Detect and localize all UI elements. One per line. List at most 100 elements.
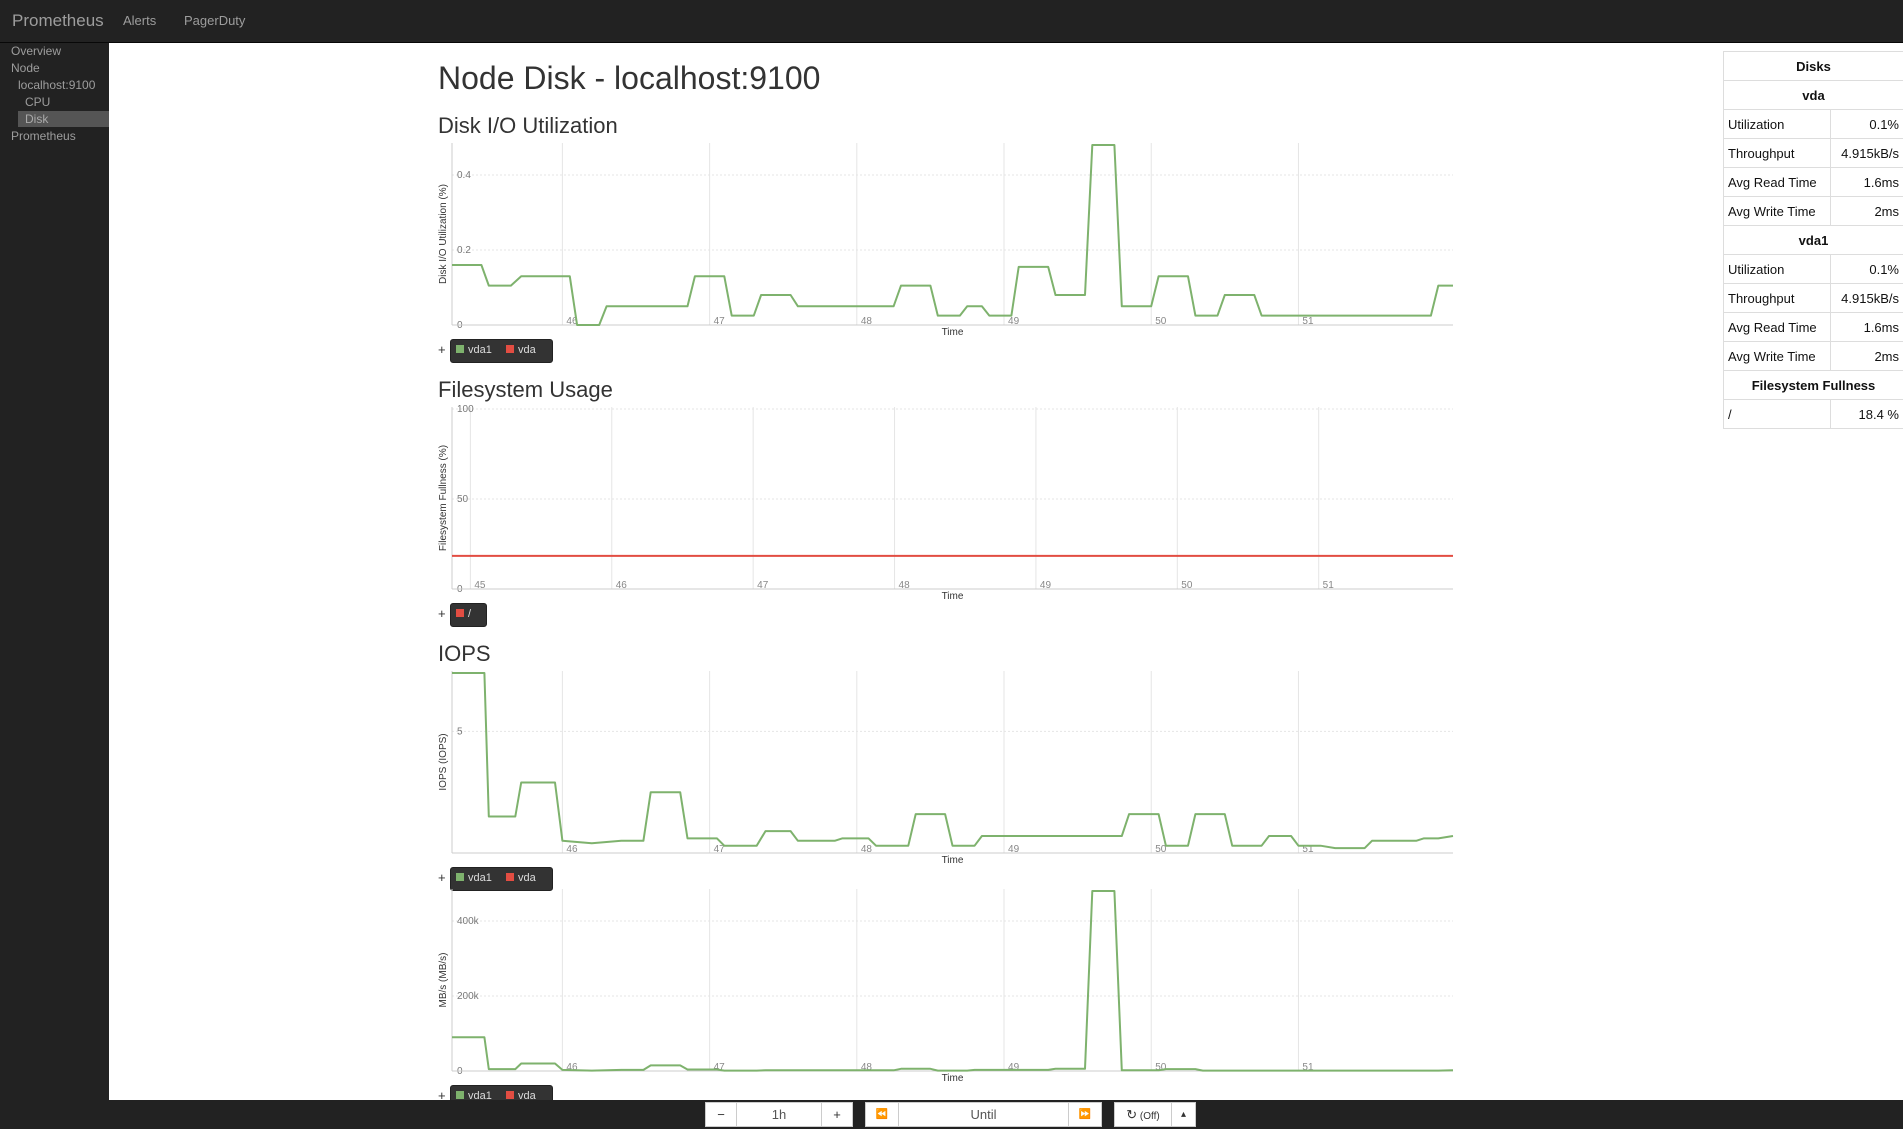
sidebar-item-overview[interactable]: Overview (11, 43, 61, 59)
sidebar: Overview Node localhost:9100 CPU Disk Pr… (0, 43, 109, 1100)
legend-fs-box: / (450, 603, 487, 627)
until-input[interactable]: Until (898, 1102, 1069, 1127)
legend-swatch (506, 873, 514, 881)
y-tick-label: 0.4 (457, 170, 471, 181)
legend-fs: + / (438, 603, 638, 627)
metric-value: 4.915kB/s (1829, 138, 1903, 168)
range-decrease-button[interactable]: − (705, 1102, 737, 1127)
range-input[interactable]: 1h (736, 1102, 822, 1127)
y-axis-label: Disk I/O Utilization (%) (438, 184, 449, 284)
y-axis-label: MB/s (MB/s) (438, 953, 449, 1008)
section-title-iops: IOPS (438, 641, 491, 666)
table-row: /18.4 % (1723, 399, 1903, 429)
y-axis-label: Filesystem Fullness (%) (438, 445, 449, 551)
legend-swatch (456, 873, 464, 881)
sidebar-item-localhost[interactable]: localhost:9100 (18, 77, 95, 93)
series-line-vda1 (452, 672, 1454, 850)
metric-value: 4.915kB/s (1829, 283, 1903, 313)
y-tick-label: 0.2 (457, 245, 471, 256)
device-name-vda: vda (1723, 80, 1903, 110)
metric-value: 1.6ms (1829, 167, 1903, 197)
sidebar-item-cpu[interactable]: CPU (25, 94, 50, 110)
sidebar-item-disk[interactable]: Disk (18, 111, 109, 127)
page-title: Node Disk - localhost:9100 (438, 60, 821, 96)
chart-throughput-mbs: 4647484950510200k400kMB/s (MB/s)Time (438, 889, 1454, 1084)
legend-swatch (456, 345, 464, 353)
table-row: Throughput 4.915kB/s (1723, 283, 1903, 313)
disks-table-title: Disks (1723, 51, 1903, 81)
legend-label: vda (518, 872, 536, 884)
sidebar-item-node[interactable]: Node (11, 60, 40, 76)
main-content: Node Disk - localhost:9100 Disk I/O Util… (109, 43, 1903, 1100)
y-tick-label: 200k (457, 991, 480, 1002)
legend-iops: + vda1 vda (438, 867, 638, 891)
legend-fs-plus[interactable]: + (438, 606, 446, 621)
metric-value: 2ms (1829, 341, 1903, 371)
metric-label: Avg Write Time (1723, 341, 1831, 371)
legend-label: vda (518, 1090, 536, 1100)
refresh-icon: ↻ (1126, 1107, 1138, 1122)
table-row: Throughput 4.915kB/s (1723, 138, 1903, 168)
metric-label: Throughput (1723, 138, 1831, 168)
table-row: Avg Write Time 2ms (1723, 341, 1903, 371)
range-increase-button[interactable]: + (821, 1102, 853, 1127)
y-tick-label: 5 (457, 726, 463, 737)
x-axis-label: Time (942, 855, 964, 866)
nav-pagerduty-link[interactable]: PagerDuty (184, 13, 245, 28)
legend-swatch (506, 1091, 514, 1099)
metric-label: Utilization (1723, 109, 1831, 139)
series-line-vda1 (452, 890, 1454, 1072)
fs-fullness-title: Filesystem Fullness (1723, 370, 1903, 400)
metric-value: 0.1% (1829, 254, 1903, 284)
legend-mbs: + vda1 vda (438, 1085, 638, 1100)
table-row: Avg Read Time 1.6ms (1723, 312, 1903, 342)
table-row: Avg Write Time 2ms (1723, 196, 1903, 226)
table-row: Utilization 0.1% (1723, 254, 1903, 284)
y-tick-label: 100 (457, 404, 474, 415)
series-line-vda1 (452, 144, 1453, 326)
legend-io-plus[interactable]: + (438, 342, 446, 357)
fs-mount-value: 18.4 % (1829, 399, 1903, 429)
legend-label: / (468, 608, 472, 620)
legend-io-vda1[interactable]: vda1 (456, 344, 492, 356)
metric-label: Avg Read Time (1723, 167, 1831, 197)
legend-io-vda[interactable]: vda (506, 344, 536, 356)
time-back-button[interactable]: ⏪ (865, 1102, 899, 1127)
legend-iops-vda1[interactable]: vda1 (456, 872, 492, 884)
legend-iops-box: vda1 vda (450, 867, 553, 891)
legend-label: vda (518, 344, 536, 356)
legend-mbs-plus[interactable]: + (438, 1088, 446, 1100)
y-tick-label: 400k (457, 916, 480, 927)
metric-value: 2ms (1829, 196, 1903, 226)
table-row: Avg Read Time 1.6ms (1723, 167, 1903, 197)
legend-swatch (456, 1091, 464, 1099)
legend-fs-root[interactable]: / (456, 608, 471, 620)
metric-value: 1.6ms (1829, 312, 1903, 342)
sidebar-item-prometheus[interactable]: Prometheus (11, 128, 76, 144)
section-title-io: Disk I/O Utilization (438, 113, 618, 138)
table-row: Utilization 0.1% (1723, 109, 1903, 139)
fs-mount-label: / (1723, 399, 1831, 429)
x-axis-label: Time (942, 1073, 964, 1084)
x-axis-label: Time (942, 327, 964, 338)
refresh-caret-button[interactable]: ▴ (1171, 1102, 1196, 1127)
refresh-label: (Off) (1139, 1111, 1160, 1122)
legend-label: vda1 (468, 872, 492, 884)
metric-label: Avg Read Time (1723, 312, 1831, 342)
legend-io-box: vda1 vda (450, 339, 553, 363)
device-name-vda1: vda1 (1723, 225, 1903, 255)
legend-iops-vda[interactable]: vda (506, 872, 536, 884)
time-forward-button[interactable]: ⏩ (1068, 1102, 1102, 1127)
nav-alerts-link[interactable]: Alerts (123, 13, 156, 28)
legend-mbs-box: vda1 vda (450, 1085, 553, 1100)
refresh-button[interactable]: ↻ (Off) (1114, 1102, 1172, 1127)
x-axis-label: Time (942, 591, 964, 602)
legend-iops-plus[interactable]: + (438, 870, 446, 885)
time-toolbar: − 1h + ⏪ Until ⏩ ↻ (Off) ▴ (0, 1100, 1903, 1129)
brand-link[interactable]: Prometheus (12, 11, 104, 31)
legend-mbs-vda[interactable]: vda (506, 1090, 536, 1100)
legend-swatch (506, 345, 514, 353)
legend-mbs-vda1[interactable]: vda1 (456, 1090, 492, 1100)
y-tick-label: 50 (457, 494, 469, 505)
legend-swatch (456, 609, 464, 617)
